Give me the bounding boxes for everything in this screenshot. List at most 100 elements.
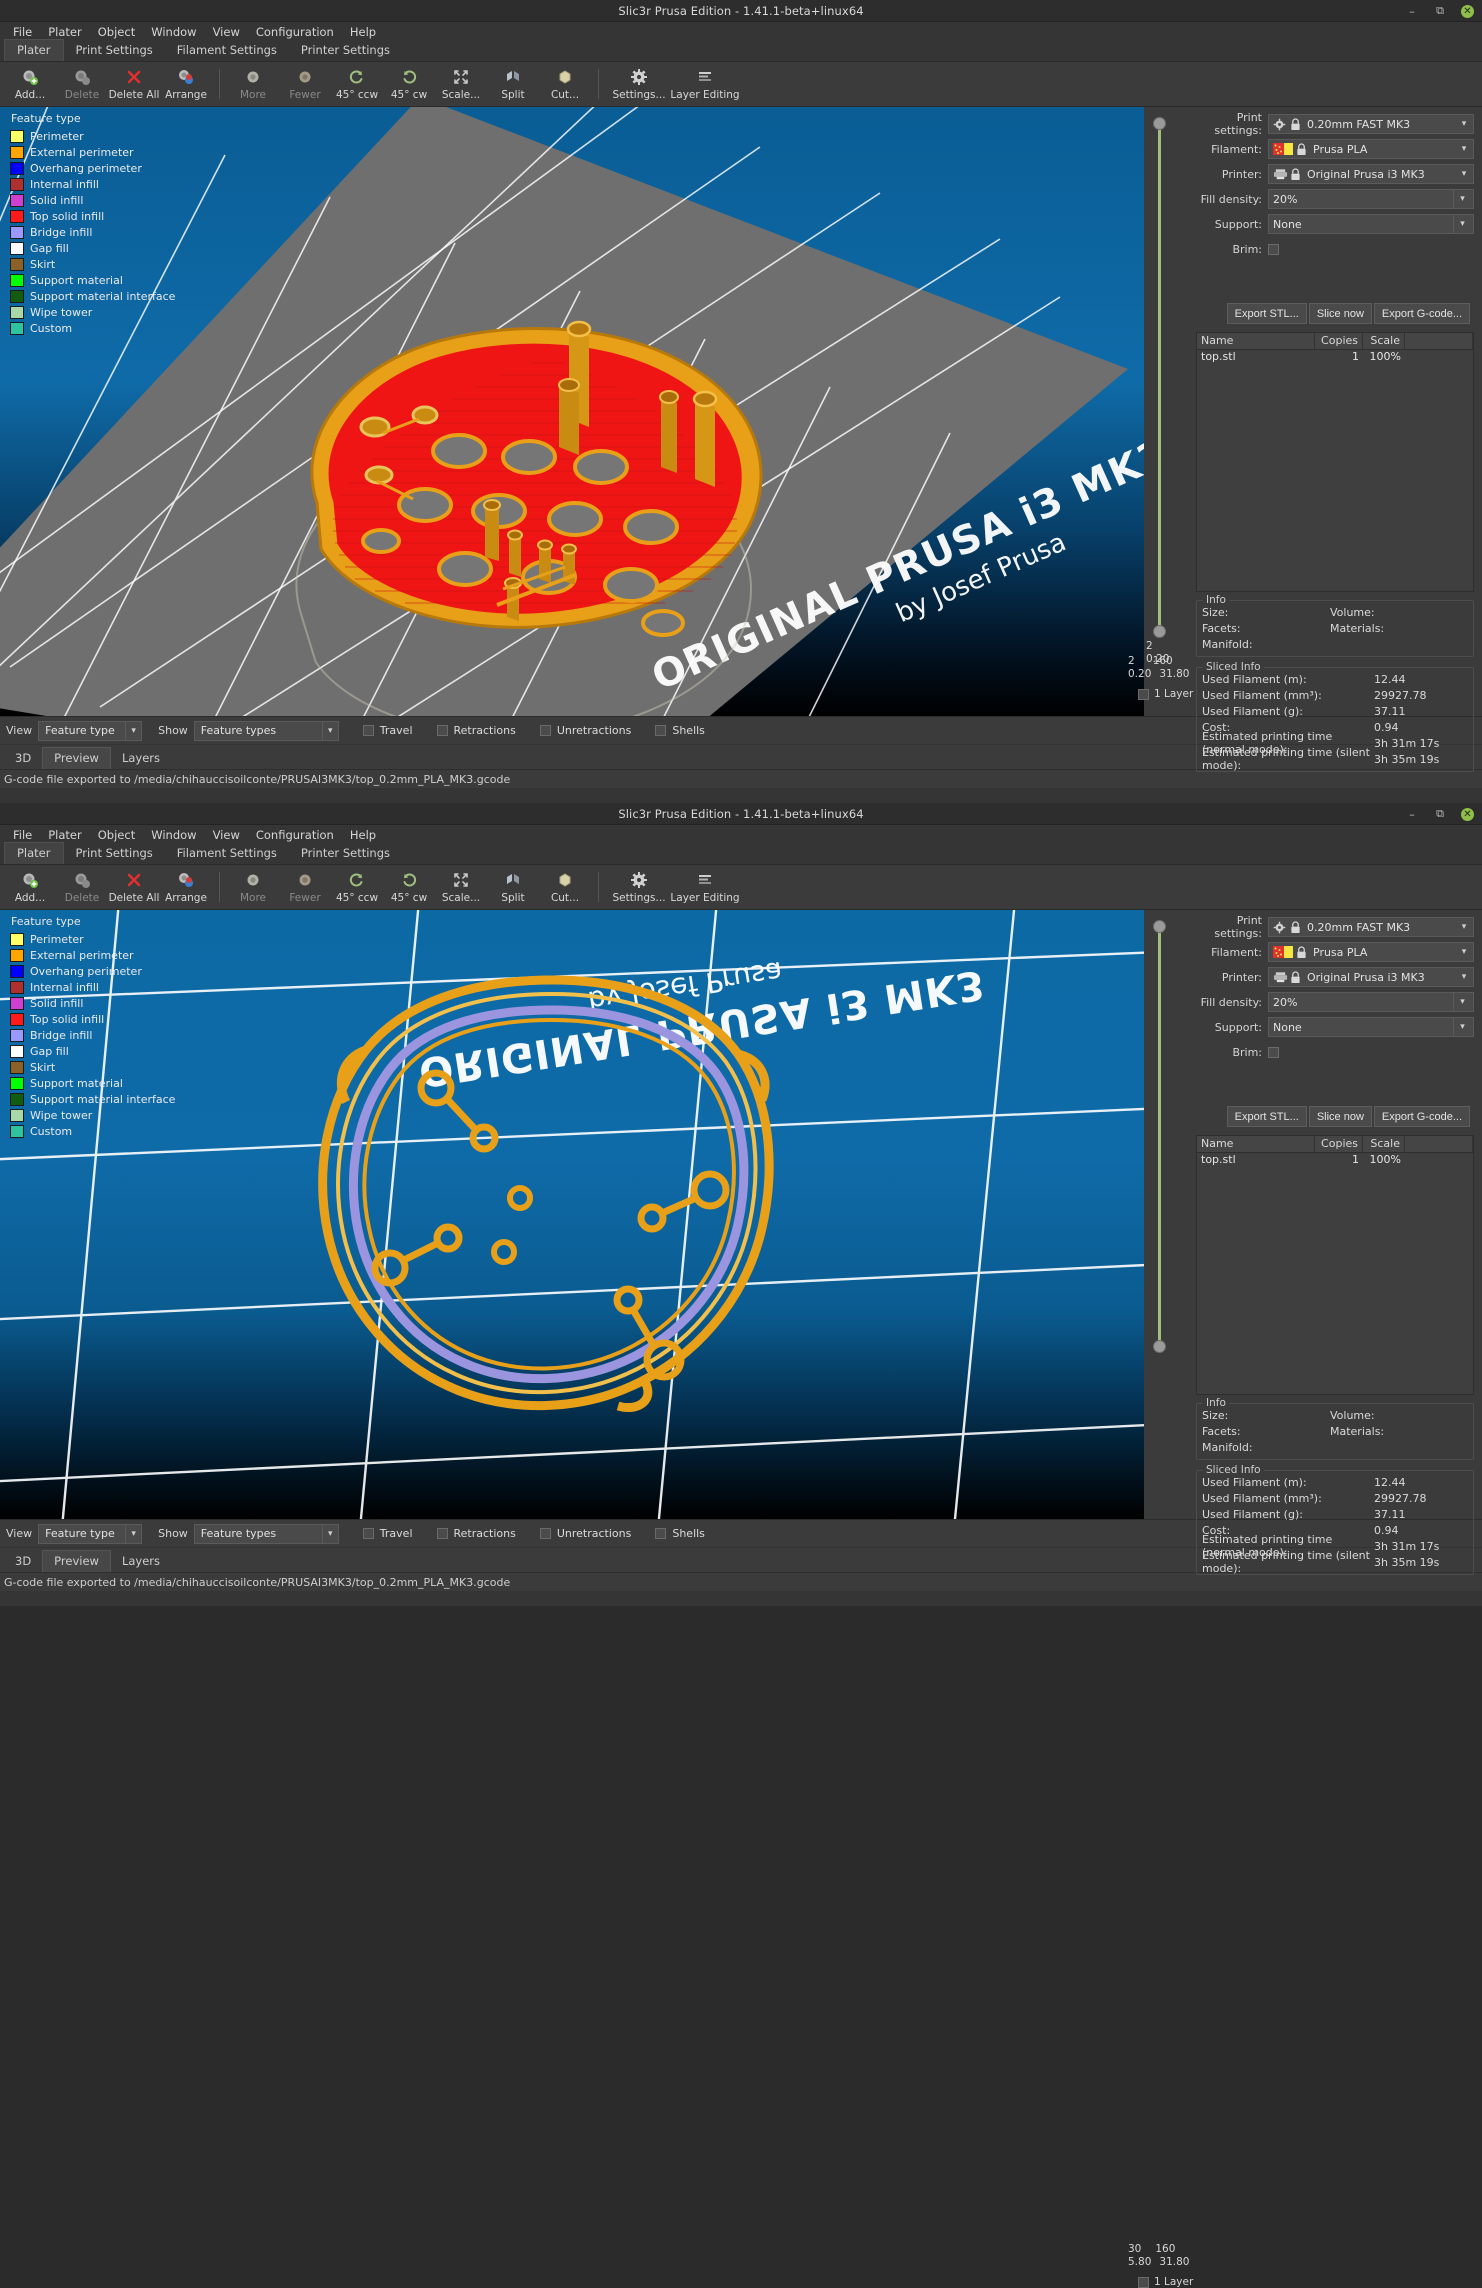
- layer-slider-strip[interactable]: [1144, 910, 1190, 1519]
- brim-checkbox[interactable]: [1268, 1046, 1279, 1058]
- fill-density-value[interactable]: 20%: [1273, 996, 1453, 1009]
- cut-button[interactable]: Cut...: [539, 866, 591, 909]
- one-layer-checkbox[interactable]: [1138, 688, 1149, 700]
- export-stl-button[interactable]: Export STL...: [1226, 1106, 1307, 1127]
- show-combo[interactable]: Feature types ▾: [193, 720, 339, 741]
- rotate-ccw-button[interactable]: 45° ccw: [331, 866, 383, 909]
- menu-help[interactable]: Help: [342, 23, 384, 41]
- column-copies[interactable]: Copies: [1315, 333, 1363, 349]
- tab-filament-settings[interactable]: Filament Settings: [165, 843, 289, 864]
- scale-button[interactable]: Scale...: [435, 63, 487, 106]
- tab-filament-settings[interactable]: Filament Settings: [165, 40, 289, 61]
- view-mode-combo[interactable]: Feature type ▾: [38, 720, 143, 741]
- tab-print-settings[interactable]: Print Settings: [64, 40, 165, 61]
- support-combo[interactable]: None ▾: [1268, 214, 1474, 234]
- object-list[interactable]: Name Copies Scale top.stl 1 100%: [1196, 1135, 1474, 1395]
- filament-combo[interactable]: Prusa PLA ▾: [1268, 139, 1474, 159]
- tab-printer-settings[interactable]: Printer Settings: [289, 843, 402, 864]
- layer-slider-strip[interactable]: 2 0.20: [1144, 107, 1190, 716]
- shells-checkbox-wrap[interactable]: Shells: [655, 724, 705, 737]
- more-button[interactable]: More: [227, 63, 279, 106]
- column-name[interactable]: Name: [1197, 1136, 1315, 1152]
- minimize-icon[interactable]: –: [1405, 807, 1419, 821]
- menu-object[interactable]: Object: [90, 23, 143, 41]
- one-layer-checkbox[interactable]: [1138, 2276, 1149, 2288]
- print-settings-combo[interactable]: 0.20mm FAST MK3 ▾: [1268, 917, 1474, 937]
- maximize-icon[interactable]: ⧉: [1433, 4, 1447, 18]
- delete-button[interactable]: Delete: [56, 63, 108, 106]
- maximize-icon[interactable]: ⧉: [1433, 807, 1447, 821]
- filament-combo[interactable]: Prusa PLA ▾: [1268, 942, 1474, 962]
- delete-all-button[interactable]: Delete All: [108, 866, 160, 909]
- delete-all-button[interactable]: Delete All: [108, 63, 160, 106]
- layer-slider-upper-knob[interactable]: [1153, 920, 1166, 933]
- fewer-button[interactable]: Fewer: [279, 866, 331, 909]
- export-gcode-button[interactable]: Export G-code...: [1373, 1106, 1470, 1127]
- close-icon[interactable]: ✕: [1461, 807, 1474, 821]
- tab-preview[interactable]: Preview: [42, 1550, 111, 1572]
- arrange-button[interactable]: Arrange: [160, 866, 212, 909]
- delete-button[interactable]: Delete: [56, 866, 108, 909]
- rotate-ccw-button[interactable]: 45° ccw: [331, 63, 383, 106]
- scale-button[interactable]: Scale...: [435, 866, 487, 909]
- fill-density-value[interactable]: 20%: [1273, 193, 1453, 206]
- retractions-checkbox[interactable]: [436, 725, 448, 736]
- tab-plater[interactable]: Plater: [4, 842, 64, 864]
- fill-density-combo[interactable]: 20% ▾: [1268, 189, 1474, 209]
- tab-preview[interactable]: Preview: [42, 747, 111, 769]
- travel-checkbox[interactable]: [362, 1528, 374, 1539]
- viewport-3d-preview[interactable]: ORIGINAL PRUSA i3 MK3 by Josef Prusa Fea…: [0, 910, 1190, 1519]
- tab-3d[interactable]: 3D: [4, 748, 42, 769]
- chevron-down-icon[interactable]: ▾: [1453, 190, 1471, 208]
- menu-view[interactable]: View: [205, 23, 248, 41]
- brim-checkbox[interactable]: [1268, 243, 1279, 255]
- travel-checkbox-wrap[interactable]: Travel: [362, 724, 413, 737]
- rotate-cw-button[interactable]: 45° cw: [383, 63, 435, 106]
- viewport-3d-preview[interactable]: ORIGINAL PRUSA i3 MK3 by Josef Prusa Fea…: [0, 107, 1190, 716]
- chevron-down-icon[interactable]: ▾: [1457, 947, 1471, 957]
- arrange-button[interactable]: Arrange: [160, 63, 212, 106]
- close-icon[interactable]: ✕: [1461, 4, 1474, 18]
- chevron-down-icon[interactable]: ▾: [1457, 144, 1471, 154]
- support-combo[interactable]: None ▾: [1268, 1017, 1474, 1037]
- tab-layers[interactable]: Layers: [111, 1551, 171, 1572]
- view-mode-combo[interactable]: Feature type ▾: [38, 1523, 143, 1544]
- chevron-down-icon[interactable]: ▾: [1453, 993, 1471, 1011]
- retractions-checkbox-wrap[interactable]: Retractions: [436, 1527, 516, 1540]
- show-combo[interactable]: Feature types ▾: [193, 1523, 339, 1544]
- travel-checkbox[interactable]: [362, 725, 374, 736]
- chevron-down-icon[interactable]: ▾: [1457, 169, 1471, 179]
- column-name[interactable]: Name: [1197, 333, 1315, 349]
- chevron-down-icon[interactable]: ▾: [1457, 972, 1471, 982]
- tab-plater[interactable]: Plater: [4, 39, 64, 61]
- unretractions-checkbox[interactable]: [539, 725, 551, 736]
- menu-object[interactable]: Object: [90, 826, 143, 844]
- one-layer-toggle-bottom[interactable]: 1 Layer: [1138, 2276, 1193, 2288]
- chevron-down-icon[interactable]: ▾: [321, 721, 338, 740]
- chevron-down-icon[interactable]: ▾: [125, 721, 141, 740]
- shells-checkbox-wrap[interactable]: Shells: [655, 1527, 705, 1540]
- column-scale[interactable]: Scale: [1363, 1136, 1405, 1152]
- fill-density-combo[interactable]: 20% ▾: [1268, 992, 1474, 1012]
- add-button[interactable]: Add...: [4, 866, 56, 909]
- unretractions-checkbox-wrap[interactable]: Unretractions: [539, 724, 631, 737]
- layer-slider-upper-knob[interactable]: [1153, 117, 1166, 130]
- minimize-icon[interactable]: –: [1405, 4, 1419, 18]
- shells-checkbox[interactable]: [655, 725, 667, 736]
- slice-now-button[interactable]: Slice now: [1308, 1106, 1372, 1127]
- shells-checkbox[interactable]: [655, 1528, 667, 1539]
- export-gcode-button[interactable]: Export G-code...: [1373, 303, 1470, 324]
- table-row[interactable]: top.stl 1 100%: [1197, 350, 1473, 366]
- settings-button[interactable]: Settings...: [606, 63, 672, 106]
- table-row[interactable]: top.stl 1 100%: [1197, 1153, 1473, 1169]
- layer-slider-track[interactable]: [1158, 125, 1161, 631]
- object-list[interactable]: Name Copies Scale top.stl 1 100%: [1196, 332, 1474, 592]
- unretractions-checkbox[interactable]: [539, 1528, 551, 1539]
- menu-plater[interactable]: Plater: [40, 23, 90, 41]
- chevron-down-icon[interactable]: ▾: [1457, 119, 1471, 129]
- menu-plater[interactable]: Plater: [40, 826, 90, 844]
- menu-view[interactable]: View: [205, 826, 248, 844]
- tab-printer-settings[interactable]: Printer Settings: [289, 40, 402, 61]
- chevron-down-icon[interactable]: ▾: [321, 1524, 338, 1543]
- slice-now-button[interactable]: Slice now: [1308, 303, 1372, 324]
